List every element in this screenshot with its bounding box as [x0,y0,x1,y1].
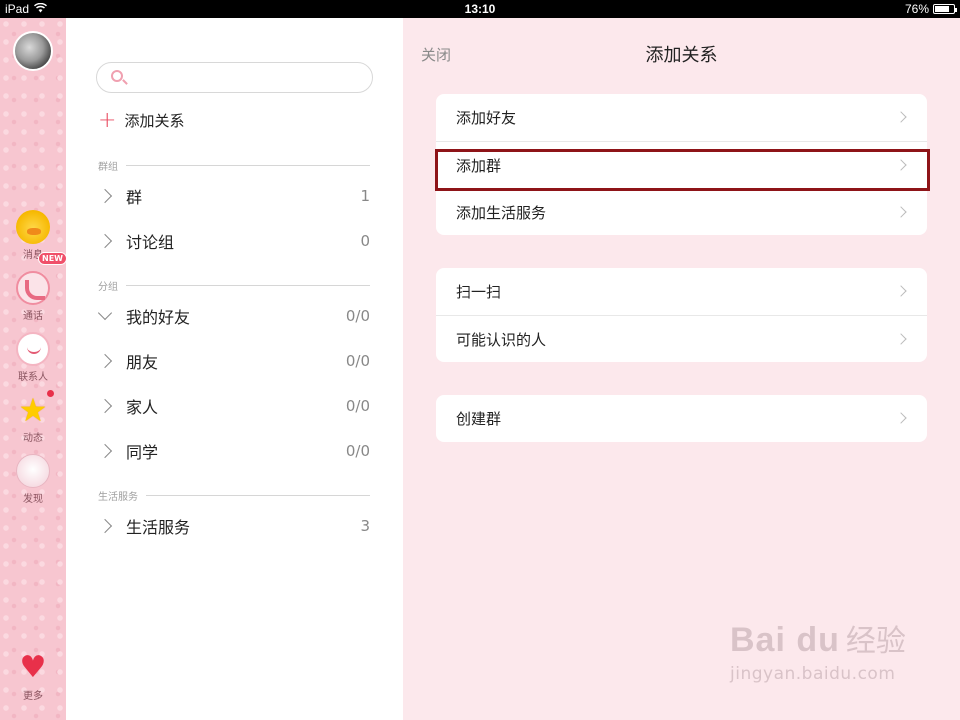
discover-icon [16,454,50,488]
chevron-right-icon [97,353,113,369]
battery-percent: 76% [904,2,929,16]
rail-label-discover: 发现 [23,494,43,505]
menu-item-label: 添加生活服务 [456,203,547,222]
list-item-label: 群 [126,188,143,207]
section-header-life-services: 生活服务 [98,488,370,503]
section-header-categories: 分组 [98,278,370,293]
chevron-right-icon [97,188,113,204]
star-icon: ★ [18,391,48,429]
watermark-url: jingyan.baidu.com [730,664,896,684]
menu-item-add-friend[interactable]: 添加好友 [436,94,927,141]
list-item-count: 0/0 [345,442,370,460]
rail-label-more: 更多 [23,691,43,702]
heart-icon: ♥ [19,650,47,685]
chevron-right-icon [97,398,113,414]
watermark-brand-cn: 经验 [845,624,906,659]
divider [126,285,370,286]
list-item-count: 1 [360,187,370,205]
divider [126,165,370,166]
new-badge: NEW [38,252,67,265]
battery-icon [933,4,957,14]
list-item-count: 0/0 [345,307,370,325]
status-bar: iPad 13:10 76% [0,0,960,18]
rail-item-contacts[interactable]: 联系人 [0,332,66,383]
avatar[interactable] [13,31,53,71]
chevron-right-icon [895,333,907,345]
rail-item-more[interactable]: ♥ 更多 [0,650,66,703]
add-relation-button[interactable]: + 添加关系 [98,107,185,133]
list-item-label: 朋友 [126,353,159,372]
add-relation-panel: 关闭 添加关系 添加好友 添加群 添加生活服务 扫一扫 可能认识的人 创建群 [403,18,960,720]
list-item-label: 生活服务 [126,518,191,537]
list-item-life-services[interactable]: 生活服务 3 [97,514,370,538]
chevron-down-icon [97,305,113,321]
chevron-right-icon [895,206,907,218]
options-card-discover: 扫一扫 可能认识的人 [436,268,927,362]
rail-item-discover[interactable]: 发现 [0,454,66,505]
notification-dot [47,390,54,397]
list-item-count: 0 [360,232,370,250]
menu-item-create-group[interactable]: 创建群 [436,395,927,442]
section-header-groups: 群组 [98,158,370,173]
search-input[interactable] [96,62,373,93]
phone-icon [16,271,50,305]
list-item-label: 同学 [126,443,159,462]
list-item-label: 讨论组 [126,233,175,252]
watermark: Bai du 经验 jingyan.baidu.com [730,616,906,684]
list-item-count: 0/0 [345,397,370,415]
add-relation-label: 添加关系 [124,112,185,130]
rail-item-moments[interactable]: ★ 动态 [0,393,66,444]
list-item-qun[interactable]: 群 1 [97,184,370,208]
list-item-label: 家人 [126,398,159,417]
list-item-discussion[interactable]: 讨论组 0 [97,229,370,253]
chevron-right-icon [97,518,113,534]
list-item-count: 0/0 [345,352,370,370]
list-item-my-friends[interactable]: 我的好友 0/0 [97,304,370,328]
list-item-label: 我的好友 [126,308,191,327]
menu-item-label: 添加好友 [456,109,517,127]
search-icon [111,70,123,82]
list-item-friends[interactable]: 朋友 0/0 [97,349,370,373]
contacts-panel: + 添加关系 群组 群 1 讨论组 0 分组 我的好友 0/0 朋友 0/0 家… [66,18,403,720]
rail-label-moments: 动态 [23,433,43,444]
menu-item-people-you-may-know[interactable]: 可能认识的人 [436,315,927,362]
list-item-family[interactable]: 家人 0/0 [97,394,370,418]
divider [146,495,370,496]
section-title: 生活服务 [98,492,138,503]
chevron-right-icon [895,111,907,123]
rail-item-calls[interactable]: 通话 [0,271,66,322]
chevron-right-icon [97,233,113,249]
highlight-box [435,149,930,191]
chevron-right-icon [97,443,113,459]
plus-icon: + [98,107,117,133]
menu-item-label: 可能认识的人 [456,330,547,349]
page-title: 添加关系 [645,45,718,66]
duck-icon [16,210,50,244]
status-right: 76% [904,2,957,16]
rail-label-contacts: 联系人 [18,372,48,383]
section-title: 群组 [98,162,118,173]
menu-item-add-life-service[interactable]: 添加生活服务 [436,188,927,235]
menu-item-label: 扫一扫 [456,283,502,301]
status-time: 13:10 [464,2,496,16]
rail-label-calls: 通话 [23,311,43,322]
chevron-right-icon [895,412,907,424]
battery-fill [935,6,949,12]
chevron-right-icon [895,285,907,297]
list-item-classmates[interactable]: 同学 0/0 [97,439,370,463]
contacts-icon [16,332,50,366]
app-rail: 消息 通话 NEW 联系人 ★ 动态 发现 ♥ 更多 [0,18,67,720]
menu-item-label: 创建群 [456,410,502,428]
section-title: 分组 [98,282,118,293]
watermark-brand: Bai du [730,621,840,659]
menu-item-scan[interactable]: 扫一扫 [436,268,927,315]
options-card-create: 创建群 [436,395,927,442]
list-item-count: 3 [360,517,370,535]
